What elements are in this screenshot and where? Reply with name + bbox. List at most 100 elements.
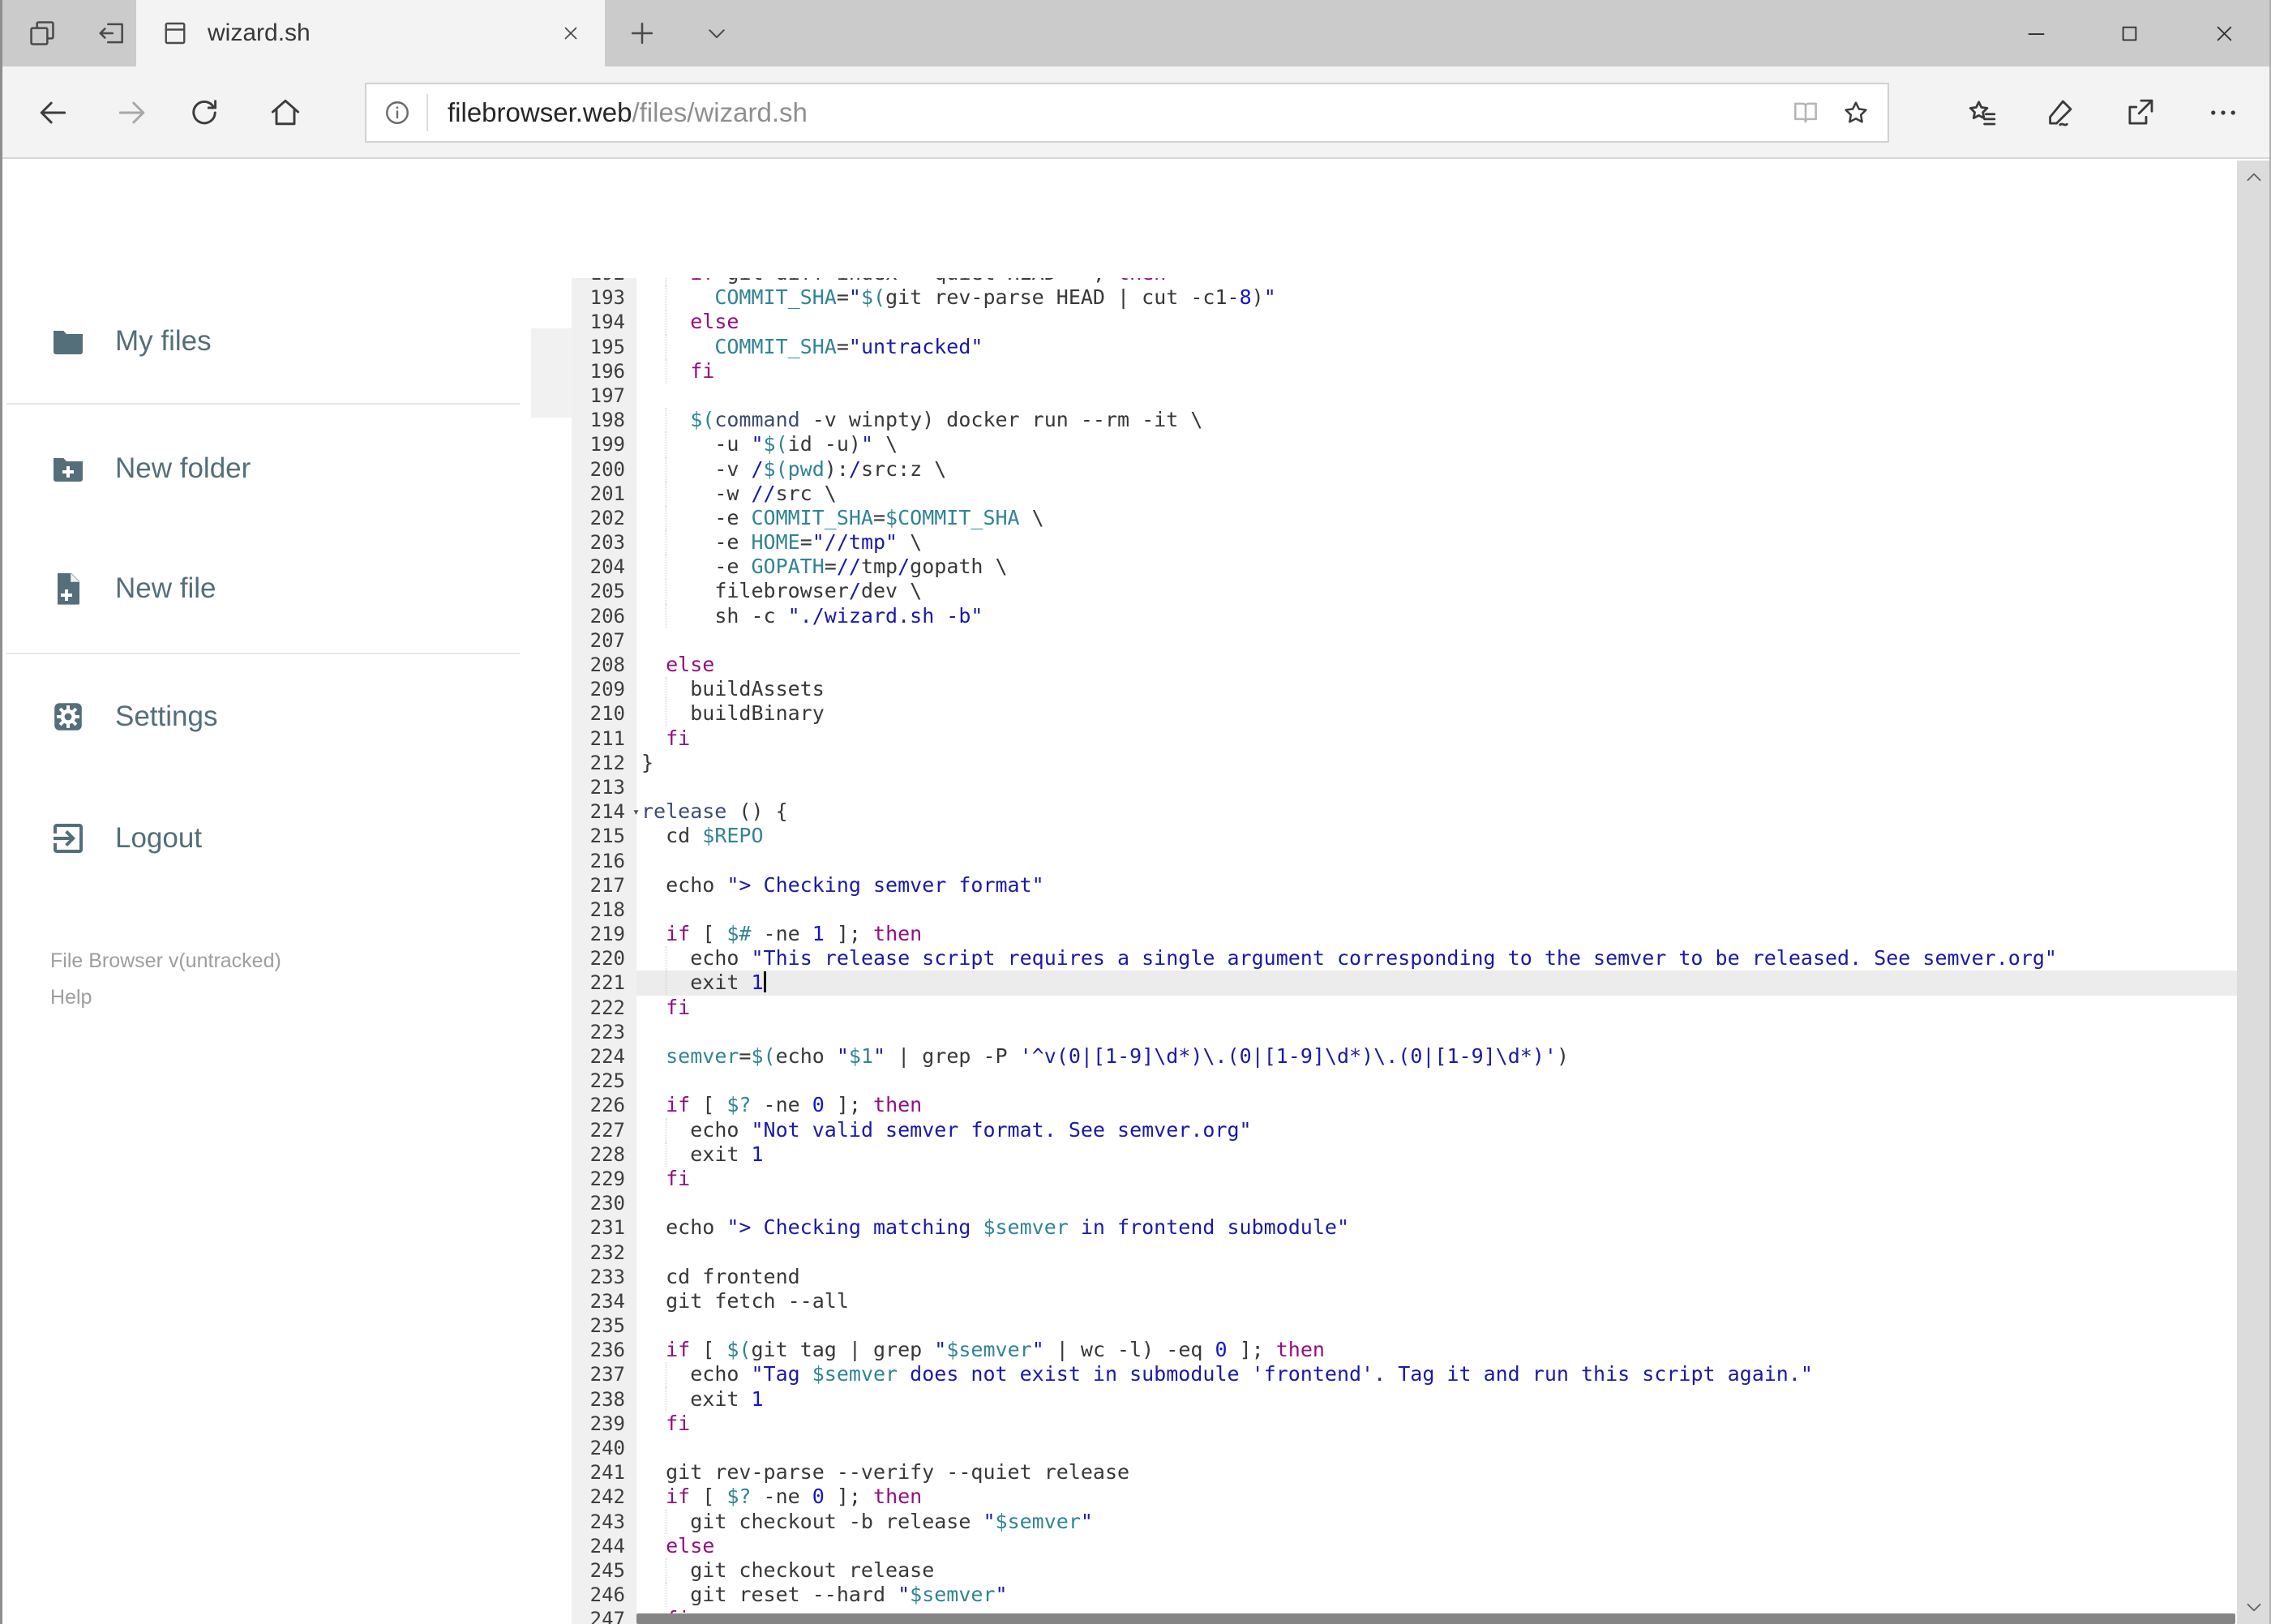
code-line[interactable]: 218 [572, 898, 2237, 922]
code-line[interactable]: 243 git checkout -b release "$semver" [572, 1509, 2237, 1534]
scroll-up-icon[interactable] [2237, 161, 2271, 195]
app-header [0, 161, 2237, 418]
window-edge [0, 0, 2, 1624]
code-line[interactable]: 226 if [ $? -ne 0 ]; then [572, 1093, 2237, 1117]
code-line[interactable]: 213 [572, 775, 2237, 799]
code-line[interactable]: 227 echo "Not valid semver format. See s… [572, 1117, 2237, 1142]
code-line[interactable]: 214 ▾ release () { [572, 799, 2237, 824]
code-line[interactable]: 199 -u "$(id -u)" \ [572, 432, 2237, 457]
code-line[interactable]: 197 [572, 384, 2237, 408]
code-line[interactable]: 212} [572, 751, 2237, 775]
sidebar-item-new-folder[interactable]: New folder [0, 448, 531, 489]
minimize-button[interactable] [1991, 0, 2080, 66]
share-icon[interactable] [2106, 80, 2175, 145]
line-number: 229 [589, 1167, 625, 1190]
code-line[interactable]: 203 -e HOME="//tmp" \ [572, 530, 2237, 555]
browser-tab[interactable]: wizard.sh [136, 0, 605, 66]
page-scrollbar[interactable] [2237, 161, 2271, 1624]
tab-preview-icon[interactable] [8, 0, 76, 66]
close-window-button[interactable] [2178, 0, 2271, 66]
code-line[interactable]: 196 fi [572, 358, 2237, 384]
code-line[interactable]: 229 fi [572, 1167, 2237, 1191]
sidebar-item-logout[interactable]: Logout [0, 818, 531, 859]
code-line[interactable]: 198 $(command -v winpty) docker run --rm… [572, 408, 2237, 433]
code-line[interactable]: 201 -w //src \ [572, 481, 2237, 506]
code-line[interactable]: 194 else [572, 310, 2237, 335]
code-line[interactable]: 219 if [ $# -ne 1 ]; then [572, 922, 2237, 946]
code-line[interactable]: 233 cd frontend [572, 1265, 2237, 1289]
web-notes-pen-icon[interactable] [2025, 80, 2094, 145]
scroll-down-icon[interactable] [2237, 1590, 2271, 1624]
refresh-icon[interactable] [172, 80, 237, 145]
code-line[interactable]: 241 git rev-parse --verify --quiet relea… [572, 1460, 2237, 1485]
line-number: 210 [589, 702, 625, 726]
code-line[interactable]: 220 echo "This release script requires a… [572, 946, 2237, 971]
folder-icon [49, 322, 88, 361]
forward-icon[interactable] [100, 80, 165, 145]
code-line[interactable]: 208 else [572, 653, 2237, 677]
code-line[interactable]: 211 fi [572, 726, 2237, 751]
browser-window: wizard.sh filebrowser.web/files/wizard.s… [0, 0, 2271, 1624]
code-line[interactable]: 217 echo "> Checking semver format" [572, 873, 2237, 898]
code-line[interactable]: 246 git reset --hard "$semver" [572, 1583, 2237, 1608]
line-number: 231 [589, 1216, 625, 1240]
code-line[interactable]: 193 COMMIT_SHA="$(git rev-parse HEAD | c… [572, 285, 2237, 311]
code-line[interactable]: 230 [572, 1191, 2237, 1215]
tab-title: wizard.sh [208, 19, 311, 46]
site-info-icon[interactable] [383, 98, 412, 127]
line-number: 207 [589, 628, 625, 652]
back-icon[interactable] [20, 80, 85, 145]
code-line[interactable]: 237 echo "Tag $semver does not exist in … [572, 1362, 2237, 1387]
code-line[interactable]: 231 echo "> Checking matching $semver in… [572, 1215, 2237, 1240]
maximize-button[interactable] [2085, 0, 2174, 66]
sidebar-item-my-files[interactable]: My files [0, 321, 531, 362]
url-bar[interactable]: filebrowser.web/files/wizard.sh [365, 83, 1889, 143]
code-line[interactable]: 207 [572, 628, 2237, 653]
line-number: 209 [589, 678, 625, 701]
code-line[interactable]: 210 buildBinary [572, 701, 2237, 726]
new-tab-button[interactable] [610, 0, 675, 66]
reading-view-icon[interactable] [1780, 88, 1831, 138]
code-line[interactable]: 232 [572, 1240, 2237, 1265]
code-line[interactable]: 216 [572, 849, 2237, 873]
code-line[interactable]: 238 exit 1 [572, 1386, 2237, 1412]
home-icon[interactable] [253, 80, 318, 145]
url-text[interactable]: filebrowser.web/files/wizard.sh [448, 97, 1780, 128]
code-line[interactable]: 205 filebrowser/dev \ [572, 579, 2237, 604]
favorite-star-icon[interactable] [1831, 88, 1881, 138]
code-line[interactable]: 204 -e GOPATH=//tmp/gopath \ [572, 555, 2237, 580]
code-line[interactable]: 209 buildAssets [572, 677, 2237, 702]
code-editor[interactable]: 192 if git diff-index --quiet HEAD --; t… [572, 278, 2237, 1624]
code-line[interactable]: 225 [572, 1069, 2237, 1093]
code-line[interactable]: 222 fi [572, 996, 2237, 1020]
code-line[interactable]: 223 [572, 1020, 2237, 1044]
code-line[interactable]: 215 cd $REPO [572, 824, 2237, 848]
code-line[interactable]: 202 -e COMMIT_SHA=$COMMIT_SHA \ [572, 505, 2237, 531]
code-line[interactable]: 195 COMMIT_SHA="untracked" [572, 334, 2237, 359]
code-line[interactable]: 224 semver=$(echo "$1" | grep -P '^v(0|[… [572, 1044, 2237, 1069]
code-line[interactable]: 221 exit 1 [572, 971, 2237, 996]
tab-close-icon[interactable] [553, 15, 589, 51]
favorites-hub-icon[interactable] [1947, 80, 2017, 145]
horizontal-scrollbar[interactable] [636, 1613, 2235, 1624]
tab-list-chevron-icon[interactable] [683, 0, 751, 66]
code-line[interactable]: 244 else [572, 1534, 2237, 1558]
more-options-icon[interactable] [2188, 80, 2258, 145]
code-line[interactable]: 200 -v /$(pwd):/src:z \ [572, 456, 2237, 482]
code-line[interactable]: 228 exit 1 [572, 1142, 2237, 1167]
sidebar-item-settings[interactable]: Settings [0, 696, 531, 737]
code-line[interactable]: 236 if [ $(git tag | grep "$semver" | wc… [572, 1338, 2237, 1362]
browser-titlebar: wizard.sh [0, 0, 2271, 66]
code-line[interactable]: 240 [572, 1436, 2237, 1460]
sidebar-item-label: My files [115, 325, 212, 357]
code-line[interactable]: 206 sh -c "./wizard.sh -b" [572, 603, 2237, 628]
code-line[interactable]: 239 fi [572, 1412, 2237, 1436]
code-line[interactable]: 242 if [ $? -ne 0 ]; then [572, 1485, 2237, 1509]
code-line[interactable]: 192 if git diff-index --quiet HEAD --; t… [572, 278, 2237, 286]
text-cursor [763, 971, 766, 993]
help-link[interactable]: Help [50, 979, 281, 1016]
code-line[interactable]: 245 git checkout release [572, 1558, 2237, 1583]
code-line[interactable]: 235 [572, 1313, 2237, 1338]
code-line[interactable]: 234 git fetch --all [572, 1289, 2237, 1313]
sidebar-item-new-file[interactable]: New file [0, 568, 531, 609]
